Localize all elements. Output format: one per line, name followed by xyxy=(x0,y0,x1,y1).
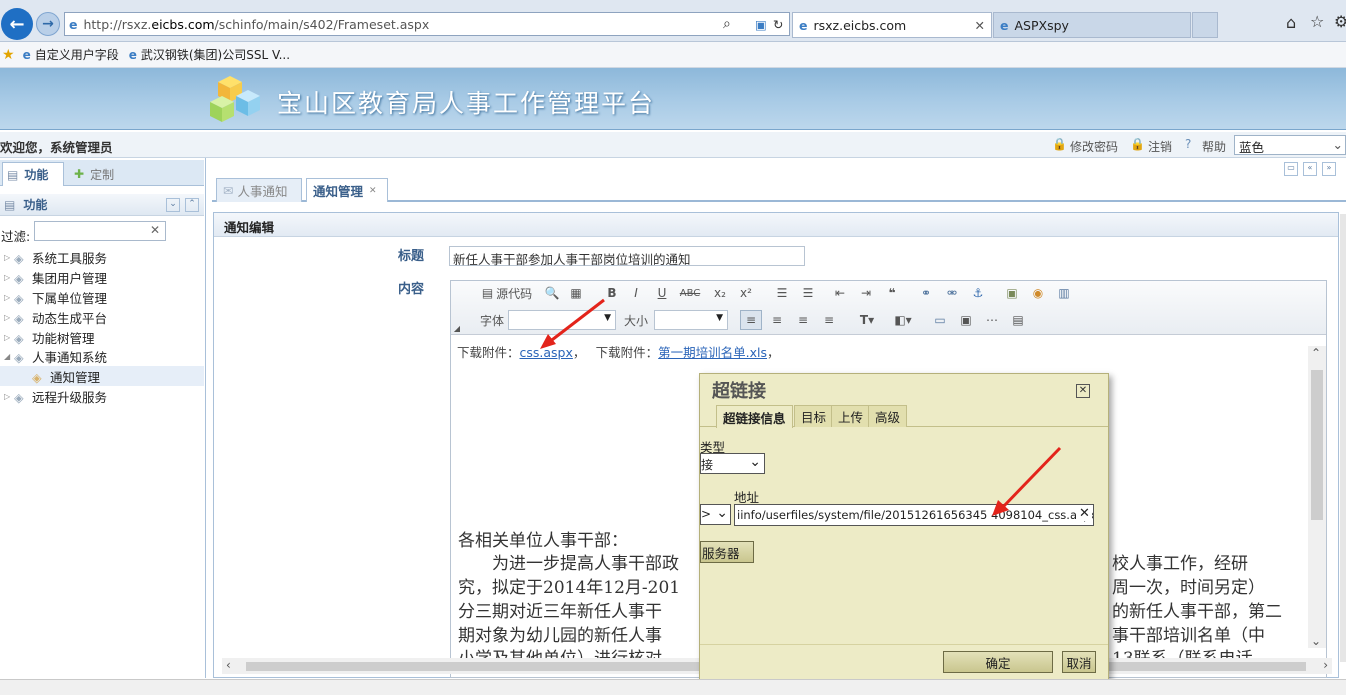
annotation-arrows xyxy=(540,298,1062,516)
arrow-to-attachment xyxy=(547,298,605,345)
arrowhead-attachment xyxy=(540,334,556,349)
status-bar xyxy=(0,679,1346,695)
arrow-to-url xyxy=(1000,446,1062,510)
